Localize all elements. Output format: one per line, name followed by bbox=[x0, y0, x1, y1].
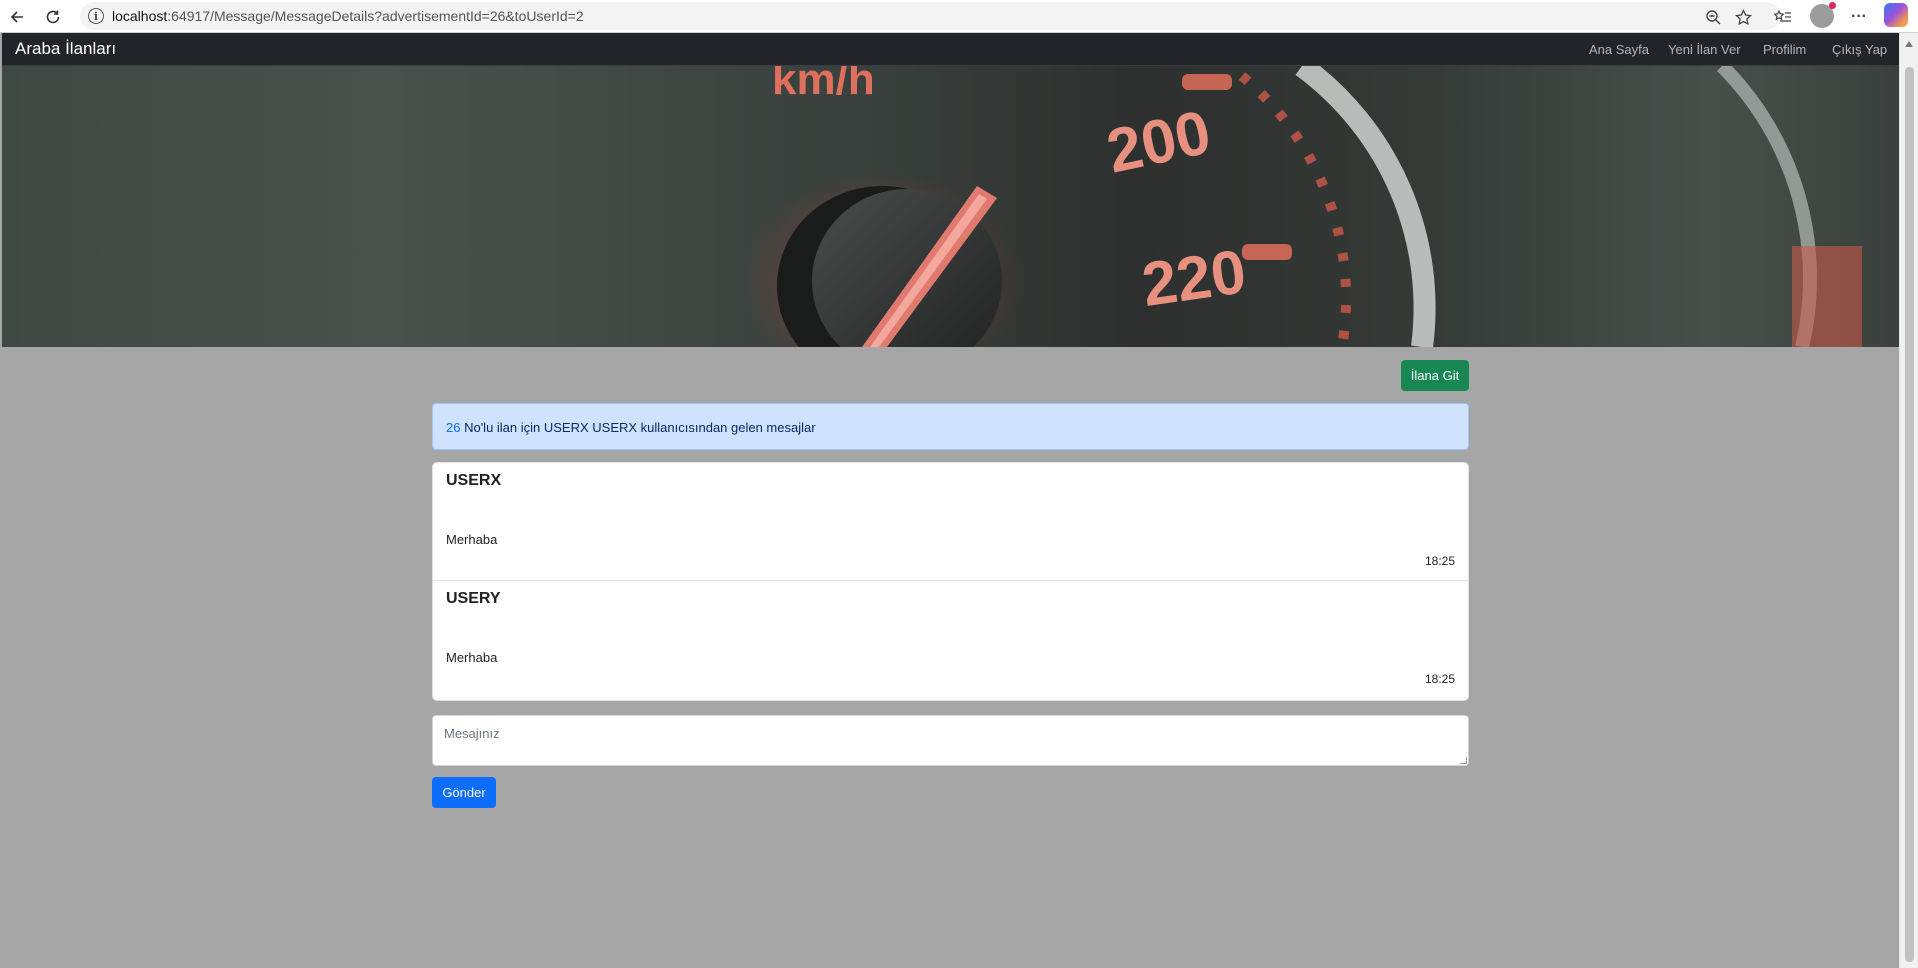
notification-dot-icon bbox=[1829, 2, 1836, 9]
favorite-star-icon[interactable] bbox=[1730, 4, 1756, 30]
nav-link-new-ad[interactable]: Yeni İlan Ver bbox=[1668, 42, 1741, 57]
site-navbar: Araba İlanları Ana Sayfa Yeni İlan Ver P… bbox=[2, 33, 1899, 66]
page-scrollbar[interactable] bbox=[1899, 33, 1918, 968]
message-list: USERX Merhaba 18:25 USERY Merhaba 18:25 bbox=[432, 462, 1469, 701]
browser-toolbar: i localhost:64917/Message/MessageDetails… bbox=[0, 0, 1918, 33]
resize-grip-icon[interactable] bbox=[1460, 757, 1467, 764]
ad-number-link[interactable]: 26 bbox=[446, 420, 460, 435]
refresh-icon[interactable] bbox=[40, 4, 66, 30]
message-sender: USERX bbox=[446, 472, 502, 489]
zoom-icon[interactable] bbox=[1700, 4, 1726, 30]
address-bar[interactable]: i localhost:64917/Message/MessageDetails… bbox=[80, 2, 1780, 30]
alert-text: No'lu ilan için USERX USERX kullanıcısın… bbox=[460, 420, 816, 435]
message-body: Merhaba bbox=[446, 532, 498, 547]
conversation-info-alert: 26 No'lu ilan için USERX USERX kullanıcı… bbox=[432, 403, 1469, 450]
gauge-label-220: 220 bbox=[1138, 237, 1250, 320]
url-text: localhost:64917/Message/MessageDetails?a… bbox=[112, 8, 584, 24]
nav-link-logout[interactable]: Çıkış Yap bbox=[1832, 42, 1887, 57]
site-info-icon[interactable]: i bbox=[88, 8, 104, 24]
back-icon[interactable] bbox=[4, 4, 30, 30]
message-sender: USERY bbox=[446, 590, 501, 607]
brand-link[interactable]: Araba İlanları bbox=[15, 39, 116, 59]
message-time: 18:25 bbox=[1424, 672, 1455, 686]
favorites-list-icon[interactable] bbox=[1770, 4, 1796, 30]
message-time: 18:25 bbox=[1424, 554, 1455, 568]
gauge-unit-label: km/h bbox=[772, 66, 875, 104]
scroll-thumb[interactable] bbox=[1905, 67, 1914, 962]
message-body: Merhaba bbox=[446, 650, 498, 665]
send-button[interactable]: Gönder bbox=[432, 777, 496, 808]
list-item: USERX Merhaba 18:25 bbox=[433, 463, 1468, 581]
nav-link-profile[interactable]: Profilim bbox=[1763, 42, 1806, 57]
gauge-label-200: 200 bbox=[1101, 98, 1217, 187]
scroll-up-icon[interactable] bbox=[1905, 41, 1913, 47]
more-menu-icon[interactable]: ··· bbox=[1846, 4, 1872, 30]
speedometer-illustration: km/h 200 220 bbox=[742, 66, 1862, 347]
go-to-ad-button[interactable]: İlana Git bbox=[1401, 360, 1469, 391]
list-item: USERY Merhaba 18:25 bbox=[433, 581, 1468, 699]
nav-link-home[interactable]: Ana Sayfa bbox=[1589, 42, 1649, 57]
hero-banner-image: km/h 200 220 bbox=[2, 66, 1899, 347]
copilot-icon[interactable] bbox=[1884, 3, 1908, 27]
message-input[interactable] bbox=[432, 715, 1469, 766]
